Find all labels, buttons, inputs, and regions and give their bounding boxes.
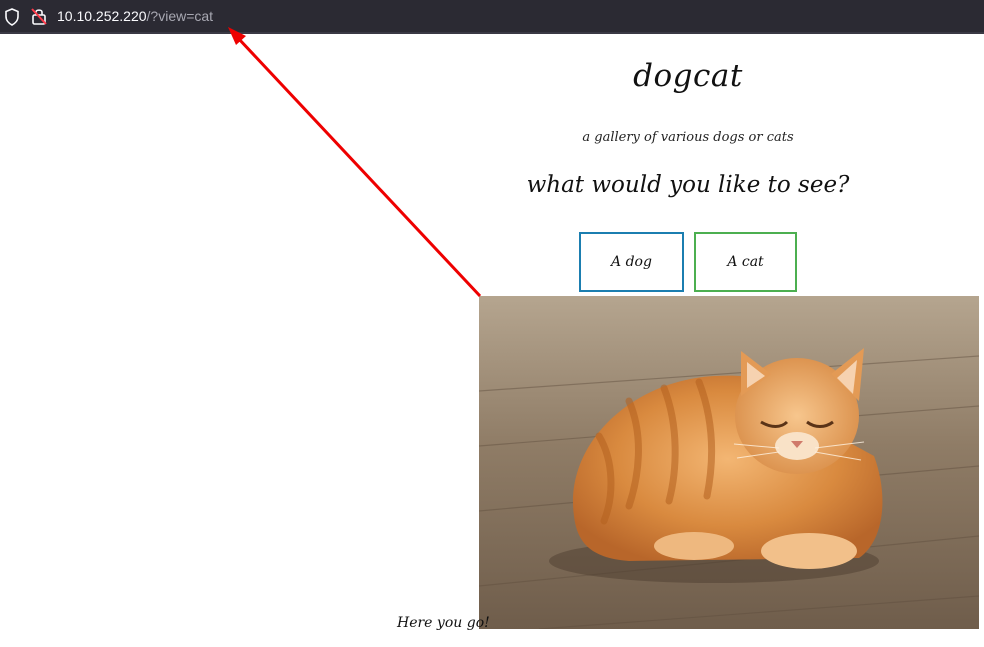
- dog-button[interactable]: A dog: [579, 232, 684, 292]
- site-tagline: a gallery of various dogs or cats: [582, 130, 794, 145]
- url-path: /?view=cat: [146, 8, 214, 24]
- cat-button[interactable]: A cat: [694, 232, 797, 292]
- browser-url-bar[interactable]: 10.10.252.220/?view=cat: [0, 0, 984, 34]
- url-text[interactable]: 10.10.252.220/?view=cat: [57, 8, 213, 24]
- page-question: what would you like to see?: [526, 172, 850, 198]
- footer-text: Here you go!: [397, 615, 490, 631]
- insecure-lock-icon[interactable]: [31, 7, 47, 25]
- site-title: dogcat: [633, 58, 743, 94]
- url-host: 10.10.252.220: [57, 8, 147, 24]
- shield-icon[interactable]: [4, 8, 20, 26]
- cat-photo: [479, 296, 979, 629]
